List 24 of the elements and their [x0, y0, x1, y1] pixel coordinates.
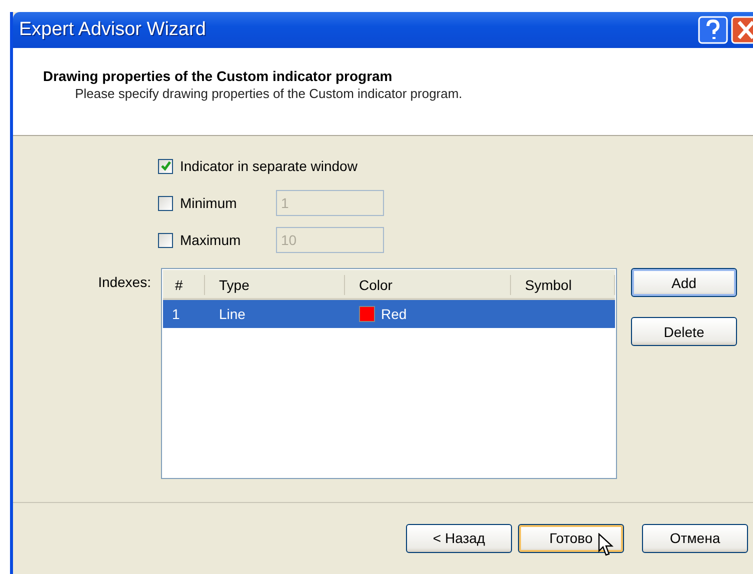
column-header[interactable]: Color — [345, 275, 511, 295]
wizard-button[interactable]: Отмена — [642, 524, 748, 552]
wizard-button[interactable]: Готово — [518, 524, 624, 552]
page-description: Please specify drawing properties of the Custom indicator program. — [75, 86, 464, 101]
mouse-pointer-icon — [598, 533, 614, 557]
index-cell-text: 1 — [171, 306, 181, 322]
checkbox[interactable] — [158, 158, 173, 174]
checkbox-label: Indicator in separate window — [180, 158, 358, 174]
column-header[interactable]: Symbol — [511, 275, 615, 295]
close-icon[interactable] — [731, 16, 753, 44]
color-cell: Red — [381, 306, 407, 322]
window-title: Expert Advisor Wizard — [19, 19, 206, 41]
type-cell-text: Line — [218, 306, 246, 322]
list-button[interactable]: Add — [631, 268, 737, 297]
help-icon[interactable] — [698, 16, 728, 44]
wizard-button[interactable]: < Назад — [406, 524, 512, 552]
checkbox-label: Maximum — [180, 232, 242, 248]
checkbox-label: Minimum — [180, 195, 238, 211]
column-header[interactable]: Type — [205, 275, 345, 295]
column-header[interactable]: # — [163, 275, 205, 295]
list-row[interactable]: 1 Line Red — [163, 300, 615, 328]
indexes-label: Indexes: — [97, 273, 152, 292]
page-heading: Drawing properties of the Custom indicator program — [43, 68, 394, 84]
list-button[interactable]: Delete — [631, 317, 737, 346]
